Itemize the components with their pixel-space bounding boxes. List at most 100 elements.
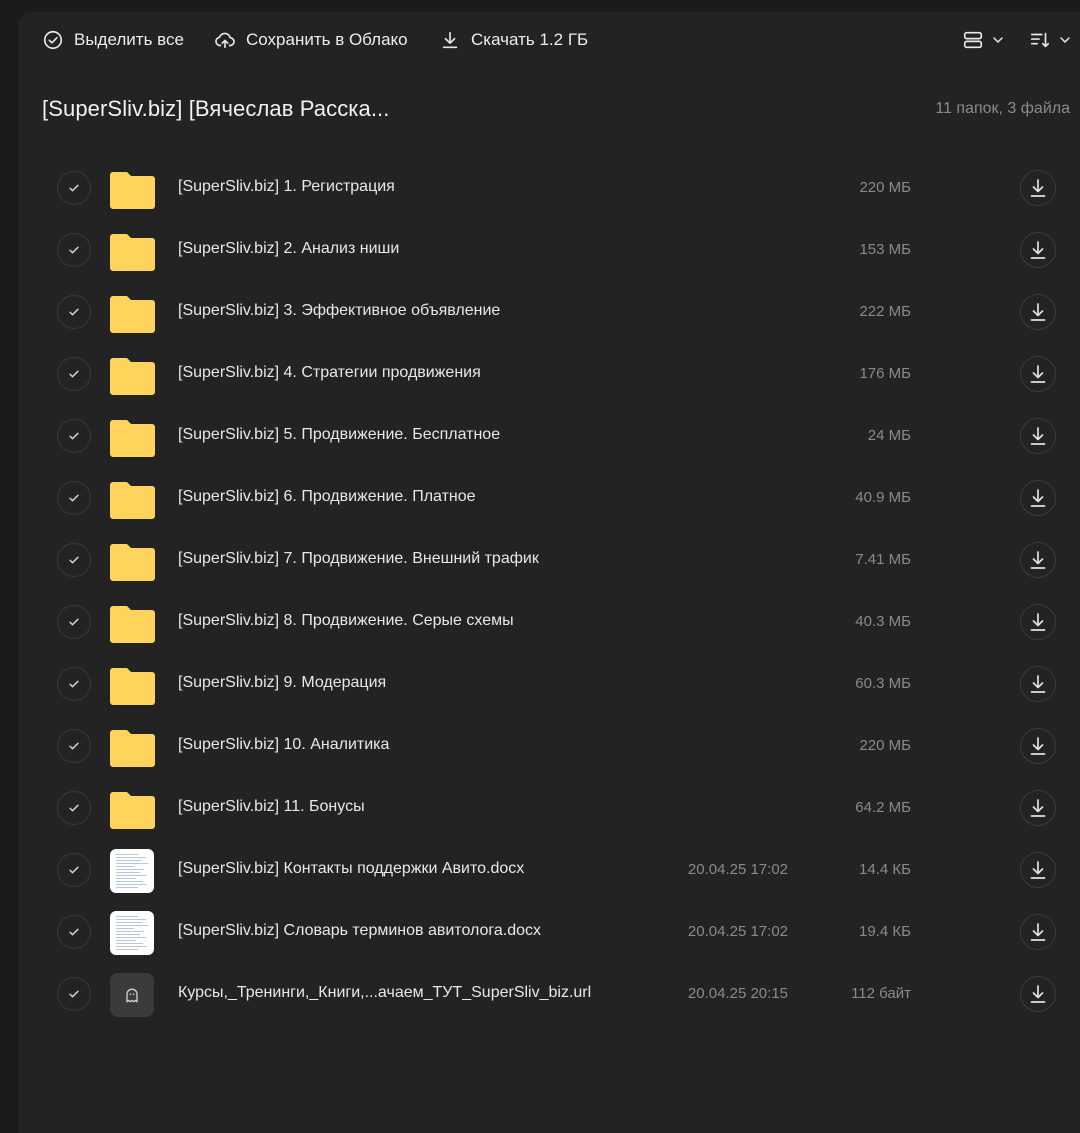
folder-thumbnail bbox=[110, 539, 155, 583]
download-icon bbox=[1030, 923, 1046, 941]
select-checkbox[interactable] bbox=[57, 605, 91, 639]
item-name[interactable]: [SuperSliv.biz] Словарь терминов авитоло… bbox=[178, 922, 541, 940]
download-item-button[interactable] bbox=[1020, 170, 1056, 206]
download-icon bbox=[1030, 861, 1046, 879]
download-item-button[interactable] bbox=[1020, 232, 1056, 268]
list-item[interactable]: [SuperSliv.biz] 7. Продвижение. Внешний … bbox=[18, 530, 1080, 592]
download-all-button[interactable]: Скачать 1.2 ГБ bbox=[439, 26, 588, 54]
select-all-label: Выделить все bbox=[74, 30, 184, 49]
list-item[interactable]: [SuperSliv.biz] Словарь терминов авитоло… bbox=[18, 902, 1080, 964]
list-item[interactable]: [SuperSliv.biz] 10. Аналитика 220 МБ bbox=[18, 716, 1080, 778]
item-size: 112 байт bbox=[851, 985, 911, 1002]
list-item[interactable]: [SuperSliv.biz] 5. Продвижение. Бесплатн… bbox=[18, 406, 1080, 468]
document-thumbnail bbox=[110, 911, 155, 955]
item-name[interactable]: [SuperSliv.biz] 2. Анализ ниши bbox=[178, 240, 399, 258]
folder-thumbnail bbox=[110, 353, 155, 397]
list-item[interactable]: [SuperSliv.biz] 1. Регистрация 220 МБ bbox=[18, 158, 1080, 220]
select-checkbox[interactable] bbox=[57, 233, 91, 267]
list-item[interactable]: [SuperSliv.biz] 3. Эффективное объявлени… bbox=[18, 282, 1080, 344]
folder-thumbnail bbox=[110, 477, 155, 521]
item-size: 153 МБ bbox=[859, 241, 911, 258]
download-item-button[interactable] bbox=[1020, 976, 1056, 1012]
select-checkbox[interactable] bbox=[57, 791, 91, 825]
item-name[interactable]: [SuperSliv.biz] 8. Продвижение. Серые сх… bbox=[178, 612, 514, 630]
item-name[interactable]: [SuperSliv.biz] 9. Модерация bbox=[178, 674, 386, 692]
item-size: 14.4 КБ bbox=[859, 861, 911, 878]
checkmark-icon bbox=[69, 680, 79, 688]
checkmark-icon bbox=[69, 804, 79, 812]
checkmark-icon bbox=[69, 308, 79, 316]
folder-icon bbox=[110, 544, 155, 581]
item-size: 176 МБ bbox=[859, 365, 911, 382]
list-item[interactable]: [SuperSliv.biz] 11. Бонусы 64.2 МБ bbox=[18, 778, 1080, 840]
checkmark-icon bbox=[69, 184, 79, 192]
item-name[interactable]: [SuperSliv.biz] 4. Стратегии продвижения bbox=[178, 364, 481, 382]
download-icon bbox=[1030, 241, 1046, 259]
item-size: 220 МБ bbox=[859, 737, 911, 754]
item-name[interactable]: [SuperSliv.biz] 3. Эффективное объявлени… bbox=[178, 302, 500, 320]
item-name[interactable]: [SuperSliv.biz] Контакты поддержки Авито… bbox=[178, 860, 524, 878]
item-name[interactable]: [SuperSliv.biz] 1. Регистрация bbox=[178, 178, 395, 196]
download-icon bbox=[1030, 737, 1046, 755]
select-checkbox[interactable] bbox=[57, 171, 91, 205]
select-all-button[interactable]: Выделить все bbox=[42, 26, 184, 54]
download-item-button[interactable] bbox=[1020, 914, 1056, 950]
download-icon bbox=[1030, 179, 1046, 197]
items-count: 11 папок, 3 файла bbox=[935, 100, 1070, 117]
sort-dropdown[interactable] bbox=[1029, 26, 1073, 54]
folder-icon bbox=[110, 792, 155, 829]
item-size: 40.9 МБ bbox=[855, 489, 911, 506]
download-item-button[interactable] bbox=[1020, 294, 1056, 330]
download-item-button[interactable] bbox=[1020, 542, 1056, 578]
checkmark-icon bbox=[69, 928, 79, 936]
select-checkbox[interactable] bbox=[57, 853, 91, 887]
item-name[interactable]: [SuperSliv.biz] 10. Аналитика bbox=[178, 736, 389, 754]
download-item-button[interactable] bbox=[1020, 852, 1056, 888]
checkmark-icon bbox=[69, 742, 79, 750]
select-checkbox[interactable] bbox=[57, 915, 91, 949]
item-name[interactable]: [SuperSliv.biz] 7. Продвижение. Внешний … bbox=[178, 550, 539, 568]
toolbar: Выделить все Сохранить в Облако Скачать … bbox=[18, 12, 1080, 68]
select-checkbox[interactable] bbox=[57, 295, 91, 329]
link-thumbnail bbox=[110, 973, 155, 1017]
item-name[interactable]: [SuperSliv.biz] 11. Бонусы bbox=[178, 798, 365, 816]
item-name[interactable]: Курсы,_Тренинги,_Книги,...ачаем_ТУТ_Supe… bbox=[178, 984, 591, 1002]
item-size: 19.4 КБ bbox=[859, 923, 911, 940]
ghost-icon bbox=[110, 973, 154, 1017]
select-checkbox[interactable] bbox=[57, 481, 91, 515]
item-date: 20.04.25 20:15 bbox=[687, 985, 788, 1002]
checkmark-icon bbox=[69, 246, 79, 254]
list-item[interactable]: [SuperSliv.biz] 6. Продвижение. Платное … bbox=[18, 468, 1080, 530]
chevron-down-icon bbox=[993, 37, 1003, 43]
list-item[interactable]: [SuperSliv.biz] 8. Продвижение. Серые сх… bbox=[18, 592, 1080, 654]
item-size: 7.41 МБ bbox=[855, 551, 911, 568]
save-to-cloud-button[interactable]: Сохранить в Облако bbox=[214, 26, 408, 54]
select-checkbox[interactable] bbox=[57, 977, 91, 1011]
folder-icon bbox=[110, 482, 155, 519]
select-checkbox[interactable] bbox=[57, 667, 91, 701]
list-item[interactable]: [SuperSliv.biz] Контакты поддержки Авито… bbox=[18, 840, 1080, 902]
document-icon bbox=[110, 849, 154, 893]
view-mode-dropdown[interactable] bbox=[962, 26, 1006, 54]
select-checkbox[interactable] bbox=[57, 419, 91, 453]
item-date: 20.04.25 17:02 bbox=[687, 861, 788, 878]
download-item-button[interactable] bbox=[1020, 418, 1056, 454]
select-checkbox[interactable] bbox=[57, 543, 91, 577]
folder-thumbnail bbox=[110, 787, 155, 831]
select-checkbox[interactable] bbox=[57, 357, 91, 391]
list-item[interactable]: [SuperSliv.biz] 4. Стратегии продвижения… bbox=[18, 344, 1080, 406]
checkmark-icon bbox=[69, 370, 79, 378]
download-item-button[interactable] bbox=[1020, 790, 1056, 826]
download-item-button[interactable] bbox=[1020, 666, 1056, 702]
folder-thumbnail bbox=[110, 601, 155, 645]
list-item[interactable]: [SuperSliv.biz] 2. Анализ ниши 153 МБ bbox=[18, 220, 1080, 282]
select-checkbox[interactable] bbox=[57, 729, 91, 763]
item-name[interactable]: [SuperSliv.biz] 5. Продвижение. Бесплатн… bbox=[178, 426, 500, 444]
download-item-button[interactable] bbox=[1020, 604, 1056, 640]
download-item-button[interactable] bbox=[1020, 480, 1056, 516]
list-item[interactable]: Курсы,_Тренинги,_Книги,...ачаем_ТУТ_Supe… bbox=[18, 964, 1080, 1026]
item-name[interactable]: [SuperSliv.biz] 6. Продвижение. Платное bbox=[178, 488, 476, 506]
list-item[interactable]: [SuperSliv.biz] 9. Модерация 60.3 МБ bbox=[18, 654, 1080, 716]
download-item-button[interactable] bbox=[1020, 356, 1056, 392]
download-item-button[interactable] bbox=[1020, 728, 1056, 764]
